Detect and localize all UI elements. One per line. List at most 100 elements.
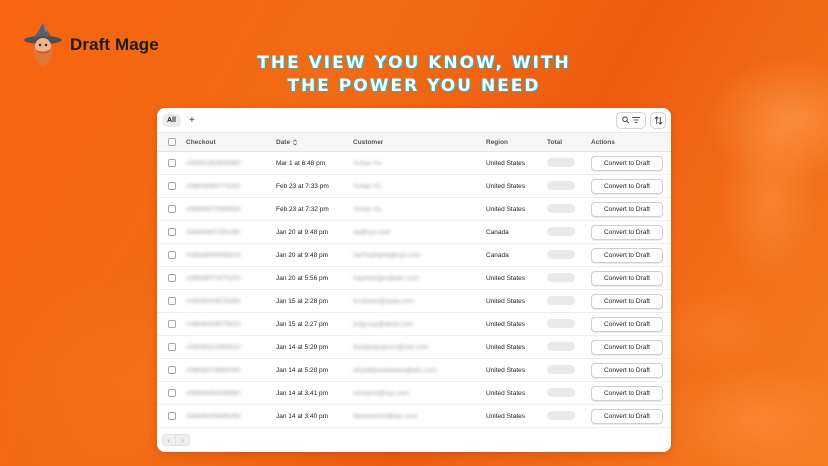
tab-all[interactable]: All <box>162 113 181 127</box>
table-row[interactable]: #38648322888810 Jan 14 at 5:29 pm thedavep… <box>157 336 671 359</box>
checkout-id[interactable]: #38648409078633 <box>186 321 276 328</box>
table-row[interactable]: #38648409076384 Jan 15 at 2:28 pm kcsbeam@… <box>157 290 671 313</box>
table-row[interactable]: #38648640696618 Jan 20 at 9:48 pm haiThaiN… <box>157 244 671 267</box>
total-placeholder <box>547 387 575 397</box>
row-checkbox[interactable] <box>167 205 176 213</box>
checkout-id[interactable]: #38648409076384 <box>186 298 276 305</box>
row-checkbox[interactable] <box>167 366 176 374</box>
table-row[interactable]: #38648353289880 Jan 14 at 3:41 pm tomfarre… <box>157 382 671 405</box>
checkout-id[interactable]: #38648322888810 <box>186 344 276 351</box>
convert-to-draft-button[interactable]: Convert to Draft <box>591 224 663 240</box>
table-row[interactable]: #38648080774332 Feb 23 at 7:33 pm Yuhao Xu… <box>157 175 671 198</box>
convert-to-draft-button[interactable]: Convert to Draft <box>591 178 663 194</box>
search-filter-button[interactable] <box>616 111 646 129</box>
total-placeholder <box>547 295 575 305</box>
checkout-id[interactable]: #38648378892040 <box>186 367 276 374</box>
table-row[interactable]: #38648072698558 Feb 23 at 7:32 pm Yuhao Xu… <box>157 198 671 221</box>
total-placeholder <box>547 249 575 259</box>
checkout-date: Jan 20 at 9:48 pm <box>276 251 329 259</box>
table-row[interactable]: #38648407391166 Jan 20 at 9:48 pm aa@xyz.c… <box>157 221 671 244</box>
checkout-id[interactable]: #38648080774332 <box>186 183 276 190</box>
region: United States <box>486 389 526 397</box>
row-checkbox[interactable] <box>167 389 176 397</box>
header-date-label: Date <box>276 138 291 146</box>
customer-email: aa@xyz.com <box>353 228 391 236</box>
total-placeholder <box>547 226 575 236</box>
checkout-id[interactable]: #38648072675200 <box>186 275 276 282</box>
convert-to-draft-button[interactable]: Convert to Draft <box>591 201 663 217</box>
table-row[interactable]: #38648150895059 Jan 14 at 3:40 pm bananani… <box>157 405 671 428</box>
convert-to-draft-button[interactable]: Convert to Draft <box>591 339 663 355</box>
total-placeholder <box>547 341 575 351</box>
sort-button[interactable] <box>650 111 666 129</box>
header-total[interactable]: Total <box>547 139 591 146</box>
table-row[interactable]: #38652263849380 Mar 1 at 6:48 pm Yuhao Xu U… <box>157 152 671 175</box>
checkout-date: Jan 15 at 2:27 pm <box>276 320 329 328</box>
checkout-id[interactable]: #38648407391166 <box>186 229 276 236</box>
checkout-date: Jan 14 at 3:41 pm <box>276 389 329 397</box>
table-row[interactable]: #38648378892040 Jan 14 at 5:28 pm whydidyo… <box>157 359 671 382</box>
row-checkbox[interactable] <box>167 320 176 328</box>
checkout-id[interactable]: #38648640696618 <box>186 252 276 259</box>
convert-to-draft-button[interactable]: Convert to Draft <box>591 362 663 378</box>
row-checkbox[interactable] <box>167 274 176 282</box>
header-region[interactable]: Region <box>486 139 547 146</box>
convert-to-draft-button[interactable]: Convert to Draft <box>591 270 663 286</box>
customer-email: eclgroup@abcd.com <box>353 320 413 328</box>
add-view-button[interactable]: + <box>185 115 199 126</box>
select-all-checkbox[interactable] <box>167 138 176 146</box>
region: United States <box>486 366 526 374</box>
header-customer[interactable]: Customer <box>353 139 486 146</box>
row-checkbox[interactable] <box>167 159 176 167</box>
region: Canada <box>486 251 509 259</box>
customer-email: Yuhao Xu <box>353 159 382 167</box>
table-row[interactable]: #38648409078633 Jan 15 at 2:27 pm eclgroup… <box>157 313 671 336</box>
convert-to-draft-button[interactable]: Convert to Draft <box>591 408 663 424</box>
headline-line-1: THE VIEW YOU KNOW, WITH <box>257 53 571 73</box>
region: United States <box>486 320 526 328</box>
region: United States <box>486 182 526 190</box>
convert-to-draft-button[interactable]: Convert to Draft <box>591 247 663 263</box>
checkout-id[interactable]: #38652263849380 <box>186 160 276 167</box>
row-checkbox[interactable] <box>167 297 176 305</box>
row-checkbox[interactable] <box>167 228 176 236</box>
convert-to-draft-button[interactable]: Convert to Draft <box>591 385 663 401</box>
row-checkbox[interactable] <box>167 343 176 351</box>
checkout-date: Jan 20 at 9:48 pm <box>276 228 329 236</box>
customer-email: hopehonger@abc.com <box>353 274 419 282</box>
checkout-date: Feb 23 at 7:32 pm <box>276 205 329 213</box>
checkout-id[interactable]: #38648353289880 <box>186 390 276 397</box>
region: United States <box>486 274 526 282</box>
header-actions: Actions <box>591 138 615 146</box>
customer-email: Yuhao Xu <box>353 182 382 190</box>
checkout-date: Feb 23 at 7:33 pm <box>276 182 329 190</box>
row-checkbox[interactable] <box>167 412 176 420</box>
row-checkbox[interactable] <box>167 182 176 190</box>
customer-email: kcsbeam@aaaa.com <box>353 297 415 305</box>
convert-to-draft-button[interactable]: Convert to Draft <box>591 155 663 171</box>
convert-to-draft-button[interactable]: Convert to Draft <box>591 316 663 332</box>
region: United States <box>486 343 526 351</box>
checkout-date: Jan 14 at 5:28 pm <box>276 366 329 374</box>
customer-email: tomfarrel@xyz.com <box>353 389 410 397</box>
table-body: #38652263849380 Mar 1 at 6:48 pm Yuhao Xu U… <box>157 152 671 428</box>
checkout-date: Jan 14 at 3:40 pm <box>276 412 329 420</box>
checkout-date: Mar 1 at 6:48 pm <box>276 159 326 167</box>
customer-email: Yuhao Xu <box>353 205 382 213</box>
total-placeholder <box>547 203 575 213</box>
header-checkout[interactable]: Checkout <box>186 139 276 146</box>
customer-email: banananine@xyz.com <box>353 412 418 420</box>
header-date[interactable]: Date <box>276 139 353 146</box>
table-row[interactable]: #38648072675200 Jan 20 at 5:56 pm hopehong… <box>157 267 671 290</box>
checkout-date: Jan 20 at 5:56 pm <box>276 274 329 282</box>
region: United States <box>486 159 526 167</box>
region: United States <box>486 297 526 305</box>
convert-to-draft-button[interactable]: Convert to Draft <box>591 293 663 309</box>
row-checkbox[interactable] <box>167 251 176 259</box>
previous-page-button[interactable]: ‹ <box>162 434 176 446</box>
checkout-id[interactable]: #38648150895059 <box>186 413 276 420</box>
table-toolbar: All + <box>157 108 671 132</box>
next-page-button[interactable]: › <box>176 434 190 446</box>
checkout-id[interactable]: #38648072698558 <box>186 206 276 213</box>
customer-email: whydidyoudoeeee@abc.com <box>353 366 437 374</box>
